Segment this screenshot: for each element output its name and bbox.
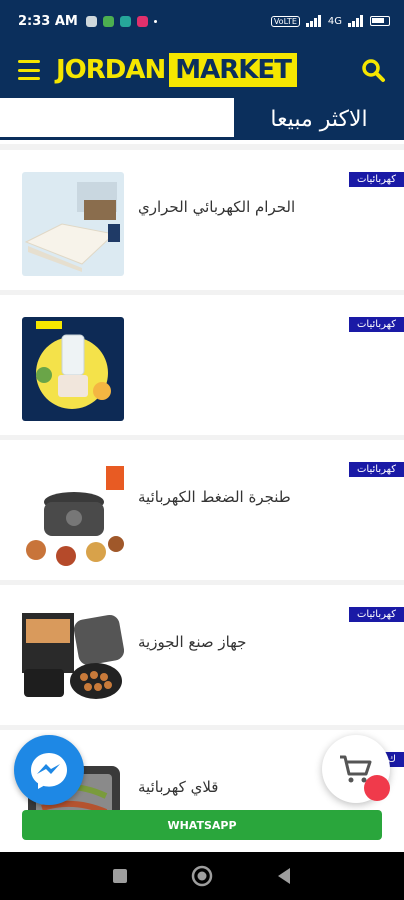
search-icon[interactable] bbox=[360, 57, 386, 83]
section-title: الاكثر مبيعا bbox=[234, 98, 404, 140]
category-badge[interactable]: كهربائيات bbox=[349, 172, 404, 187]
whatsapp-button[interactable]: WHATSAPP bbox=[22, 810, 382, 840]
section-header: الاكثر مبيعا bbox=[0, 98, 404, 144]
notification-icon bbox=[85, 15, 97, 27]
home-icon[interactable] bbox=[191, 865, 213, 887]
product-card[interactable]: كهربائيات طنجرة الضغط الكهربائية bbox=[0, 440, 404, 580]
logo-text-market: MARKET bbox=[169, 53, 297, 87]
product-name[interactable]: طنجرة الضغط الكهربائية bbox=[138, 488, 328, 506]
notification-icons bbox=[85, 15, 157, 27]
instagram-icon bbox=[136, 15, 148, 27]
product-image[interactable] bbox=[22, 172, 124, 276]
product-name[interactable]: الحرام الكهربائي الحراري bbox=[138, 198, 328, 216]
brand-logo[interactable]: JORDAN MARKET bbox=[56, 53, 297, 87]
system-icons: VoLTE 4G bbox=[270, 15, 390, 27]
product-card[interactable]: كهربائيات جهاز صنع الجوزية bbox=[0, 585, 404, 725]
product-image[interactable] bbox=[22, 607, 124, 711]
logo-text-jordan: JORDAN bbox=[56, 55, 166, 85]
battery-icon bbox=[370, 16, 390, 26]
product-image[interactable] bbox=[22, 462, 124, 566]
signal-icon bbox=[305, 15, 321, 27]
signal-icon bbox=[348, 15, 363, 27]
volte-icon: VoLTE bbox=[270, 15, 300, 27]
category-badge[interactable]: كهربائيات bbox=[349, 317, 404, 332]
back-icon[interactable] bbox=[276, 867, 292, 885]
product-image[interactable] bbox=[22, 317, 124, 421]
dot-icon bbox=[153, 19, 157, 23]
menu-icon[interactable] bbox=[18, 60, 40, 80]
status-bar: 2:33 AM VoLTE 4G bbox=[0, 0, 404, 42]
system-nav-bar bbox=[0, 852, 404, 900]
product-card[interactable]: كهربائيات الحرام الكهربائي الحراري bbox=[0, 150, 404, 290]
cart-button[interactable] bbox=[322, 735, 390, 803]
app-bar: JORDAN MARKET bbox=[0, 42, 404, 98]
category-badge[interactable]: كهربائيات bbox=[349, 607, 404, 622]
product-name[interactable]: جهاز صنع الجوزية bbox=[138, 633, 328, 651]
messenger-icon bbox=[31, 753, 67, 789]
messenger-button[interactable] bbox=[14, 735, 84, 805]
product-card[interactable]: كهربائيات bbox=[0, 295, 404, 435]
category-badge[interactable]: كهربائيات bbox=[349, 462, 404, 477]
cart-count-badge bbox=[364, 775, 390, 801]
notification-icon bbox=[119, 15, 131, 27]
status-time: 2:33 AM bbox=[18, 13, 78, 29]
product-name[interactable]: قلاي كهربائية bbox=[138, 778, 328, 796]
network-type: 4G bbox=[327, 15, 342, 27]
section-divider bbox=[0, 137, 240, 140]
notification-icon bbox=[102, 15, 114, 27]
recents-icon[interactable] bbox=[112, 868, 128, 884]
